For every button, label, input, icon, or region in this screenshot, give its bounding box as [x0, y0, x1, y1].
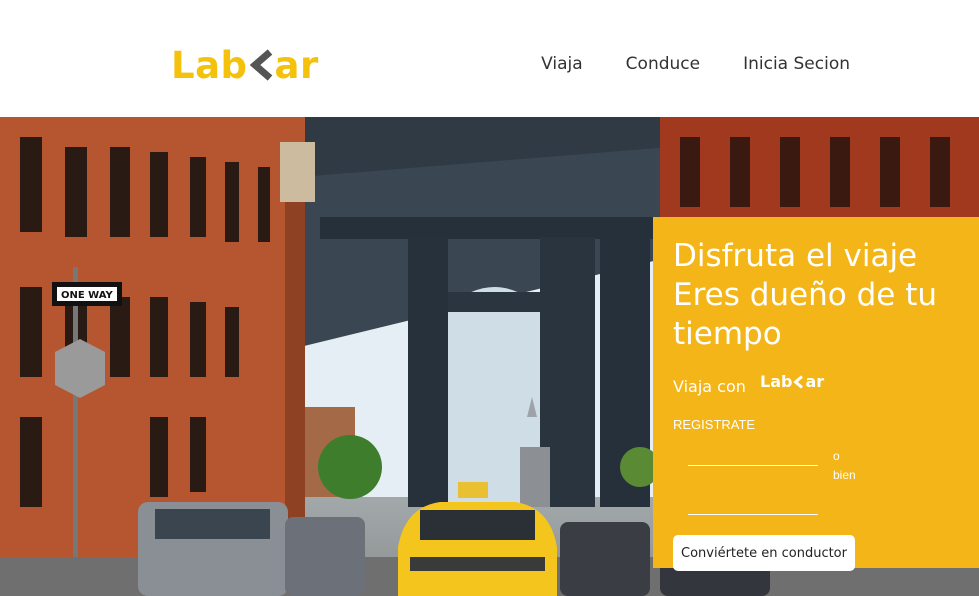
nav-link-viaja[interactable]: Viaja	[541, 54, 583, 74]
mini-labcar-logo: Lab ar	[760, 372, 824, 391]
chevron-left-icon	[249, 49, 272, 81]
headline-line-2: Eres dueño de tu	[673, 277, 937, 313]
viaja-con-text: Viaja con	[673, 377, 746, 396]
register-field-2[interactable]	[688, 497, 818, 515]
labcar-logo[interactable]: Lab ar	[171, 43, 319, 87]
become-driver-button[interactable]: Conviértete en conductor	[673, 535, 855, 571]
mini-logo-left: Lab	[760, 372, 793, 391]
registrate-label: REGISTRATE	[673, 417, 756, 432]
register-field-1[interactable]	[688, 448, 818, 466]
mini-logo-right: ar	[805, 372, 825, 391]
nav-link-conduce[interactable]: Conduce	[626, 54, 700, 74]
promo-panel: Disfruta el viaje Eres dueño de tu tiemp…	[653, 217, 979, 571]
hero-headline: Disfruta el viaje Eres dueño de tu tiemp…	[673, 237, 973, 354]
headline-line-3: tiempo	[673, 316, 782, 352]
chevron-left-icon	[793, 374, 804, 389]
logo-text-left: Lab	[171, 43, 248, 87]
site-header: Lab ar Viaja Conduce Inicia Secion	[0, 0, 979, 117]
bien-text: bien	[833, 468, 856, 482]
logo-text-right: ar	[274, 43, 319, 87]
main-nav: Viaja Conduce Inicia Secion	[541, 54, 850, 74]
o-bien-text: o bien	[833, 447, 873, 485]
nav-link-inicia-sesion[interactable]: Inicia Secion	[743, 54, 850, 74]
one-way-sign-text: ONE WAY	[61, 290, 114, 301]
o-text: o	[833, 449, 840, 463]
headline-line-1: Disfruta el viaje	[673, 238, 918, 274]
